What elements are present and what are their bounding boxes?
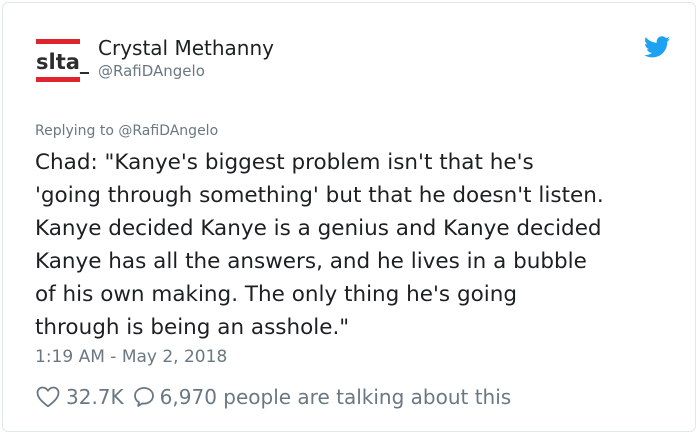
tweet-text-line: of his own making. The only thing he's g… [35, 282, 517, 307]
tweet-text: Chad: "Kanye's biggest problem isn't tha… [35, 146, 685, 344]
talking-about-link[interactable]: 6,970 people are talking about this [160, 385, 512, 409]
twitter-bird-icon[interactable] [644, 36, 670, 58]
author-handle[interactable]: @RafiDAngelo [98, 62, 205, 80]
avatar[interactable]: slta_ [33, 39, 89, 85]
like-count[interactable]: 32.7K [66, 385, 124, 409]
replying-to-label[interactable]: Replying to @RafiDAngelo [35, 123, 218, 139]
avatar-top-bar [36, 39, 80, 44]
avatar-logo-text: slta_ [36, 50, 89, 74]
author-display-name[interactable]: Crystal Methanny [98, 36, 274, 60]
tweet-text-line: Chad: "Kanye's biggest problem isn't tha… [35, 150, 534, 175]
heart-icon[interactable] [36, 386, 60, 408]
tweet-card: slta_ Crystal Methanny @RafiDAngelo Repl… [2, 2, 696, 432]
avatar-bottom-bar [36, 77, 80, 82]
tweet-timestamp[interactable]: 1:19 AM - May 2, 2018 [35, 347, 227, 367]
tweet-text-line: through is being an asshole." [35, 315, 350, 340]
tweet-text-line: Kanye decided Kanye is a genius and Kany… [35, 216, 602, 241]
tweet-actions: 32.7K 6,970 people are talking about thi… [36, 382, 511, 412]
speech-bubble-icon[interactable] [133, 386, 155, 408]
tweet-text-line: 'going through something' but that he do… [35, 183, 604, 208]
tweet-text-line: Kanye has all the answers, and he lives … [35, 249, 587, 274]
